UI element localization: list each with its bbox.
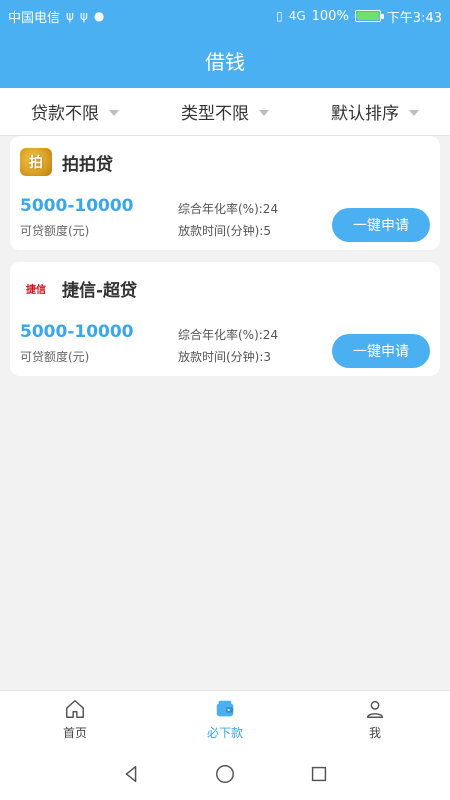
system-nav <box>0 748 450 800</box>
loan-card[interactable]: 拍 拍拍贷 5000-10000 可贷额度(元) 综合年化率(%):24 放款时… <box>10 136 440 250</box>
loan-card[interactable]: 捷信 捷信-超贷 5000-10000 可贷额度(元) 综合年化率(%):24 … <box>10 262 440 376</box>
vibrate-icon: ▯ <box>276 9 283 23</box>
recent-square-icon <box>311 766 327 782</box>
status-right: ▯ 4G 100% 下午3:43 <box>276 7 442 26</box>
caret-down-icon <box>109 109 119 116</box>
user-icon <box>366 700 384 718</box>
loan-meta: 综合年化率(%):24 放款时间(分钟):5 <box>178 198 278 242</box>
bottom-nav: 首页 必下款 我 <box>0 690 450 748</box>
apply-button[interactable]: 一键申请 <box>332 334 430 368</box>
usb-icon: ψ <box>66 9 74 23</box>
caret-down-icon <box>409 109 419 116</box>
recent-apps-button[interactable] <box>307 762 331 786</box>
home-circle-icon <box>216 765 234 783</box>
page-title: 借钱 <box>205 49 245 74</box>
nav-home-label: 首页 <box>62 726 87 740</box>
loan-list: 拍 拍拍贷 5000-10000 可贷额度(元) 综合年化率(%):24 放款时… <box>0 136 450 388</box>
apply-button[interactable]: 一键申请 <box>332 208 430 242</box>
annual-rate: 综合年化率(%):24 <box>178 202 279 216</box>
home-icon <box>66 700 84 718</box>
status-left: 中国电信 ψ ψ ● <box>8 7 104 26</box>
message-icon: ● <box>93 9 105 23</box>
lender-name: 捷信-超贷 <box>62 281 138 301</box>
loan-amount: 5000-10000 <box>20 322 134 342</box>
loan-amount-label: 可贷额度(元) <box>20 224 90 238</box>
network-text: 4G <box>288 9 306 23</box>
status-time: 下午3:43 <box>386 10 442 26</box>
home-system-button[interactable] <box>213 762 237 786</box>
filter-loan-amount[interactable]: 贷款不限 <box>31 99 119 124</box>
logo-text: 捷信 <box>26 284 46 296</box>
app-header: 借钱 <box>0 32 450 88</box>
filter-bar: 贷款不限 类型不限 默认排序 <box>0 88 450 136</box>
disbursement-time: 放款时间(分钟):5 <box>178 224 272 238</box>
homecredit-logo-icon: 捷信 <box>20 274 52 302</box>
filter-sort[interactable]: 默认排序 <box>331 99 419 124</box>
carrier-text: 中国电信 <box>8 10 61 26</box>
filter-type[interactable]: 类型不限 <box>181 99 269 124</box>
paipaidai-logo-icon: 拍 <box>20 148 52 176</box>
nav-profile-label: 我 <box>368 726 381 740</box>
battery-icon <box>354 10 384 22</box>
back-button[interactable] <box>119 762 143 786</box>
annual-rate: 综合年化率(%):24 <box>178 328 279 342</box>
lender-name: 拍拍贷 <box>62 155 113 175</box>
loan-meta: 综合年化率(%):24 放款时间(分钟):3 <box>178 324 278 368</box>
status-bar: 中国电信 ψ ψ ● ▯ 4G 100% 下午3:43 <box>0 0 450 32</box>
caret-down-icon <box>259 109 269 116</box>
filter-type-label: 类型不限 <box>181 104 249 124</box>
loan-amount: 5000-10000 <box>20 196 134 216</box>
filter-loan-amount-label: 贷款不限 <box>31 104 99 124</box>
nav-profile[interactable]: 我 <box>330 698 420 741</box>
logo-text: 拍 <box>29 155 43 171</box>
wallet-icon <box>216 700 234 717</box>
battery-percentage: 100% <box>311 8 349 24</box>
nav-must-loan[interactable]: 必下款 <box>180 698 270 741</box>
disbursement-time: 放款时间(分钟):3 <box>178 350 272 364</box>
nav-must-loan-label: 必下款 <box>206 726 243 740</box>
usb-icon-2: ψ <box>79 9 88 23</box>
back-triangle-icon <box>125 765 137 783</box>
loan-amount-label: 可贷额度(元) <box>20 350 90 364</box>
nav-home[interactable]: 首页 <box>30 698 120 741</box>
filter-sort-label: 默认排序 <box>331 104 399 124</box>
